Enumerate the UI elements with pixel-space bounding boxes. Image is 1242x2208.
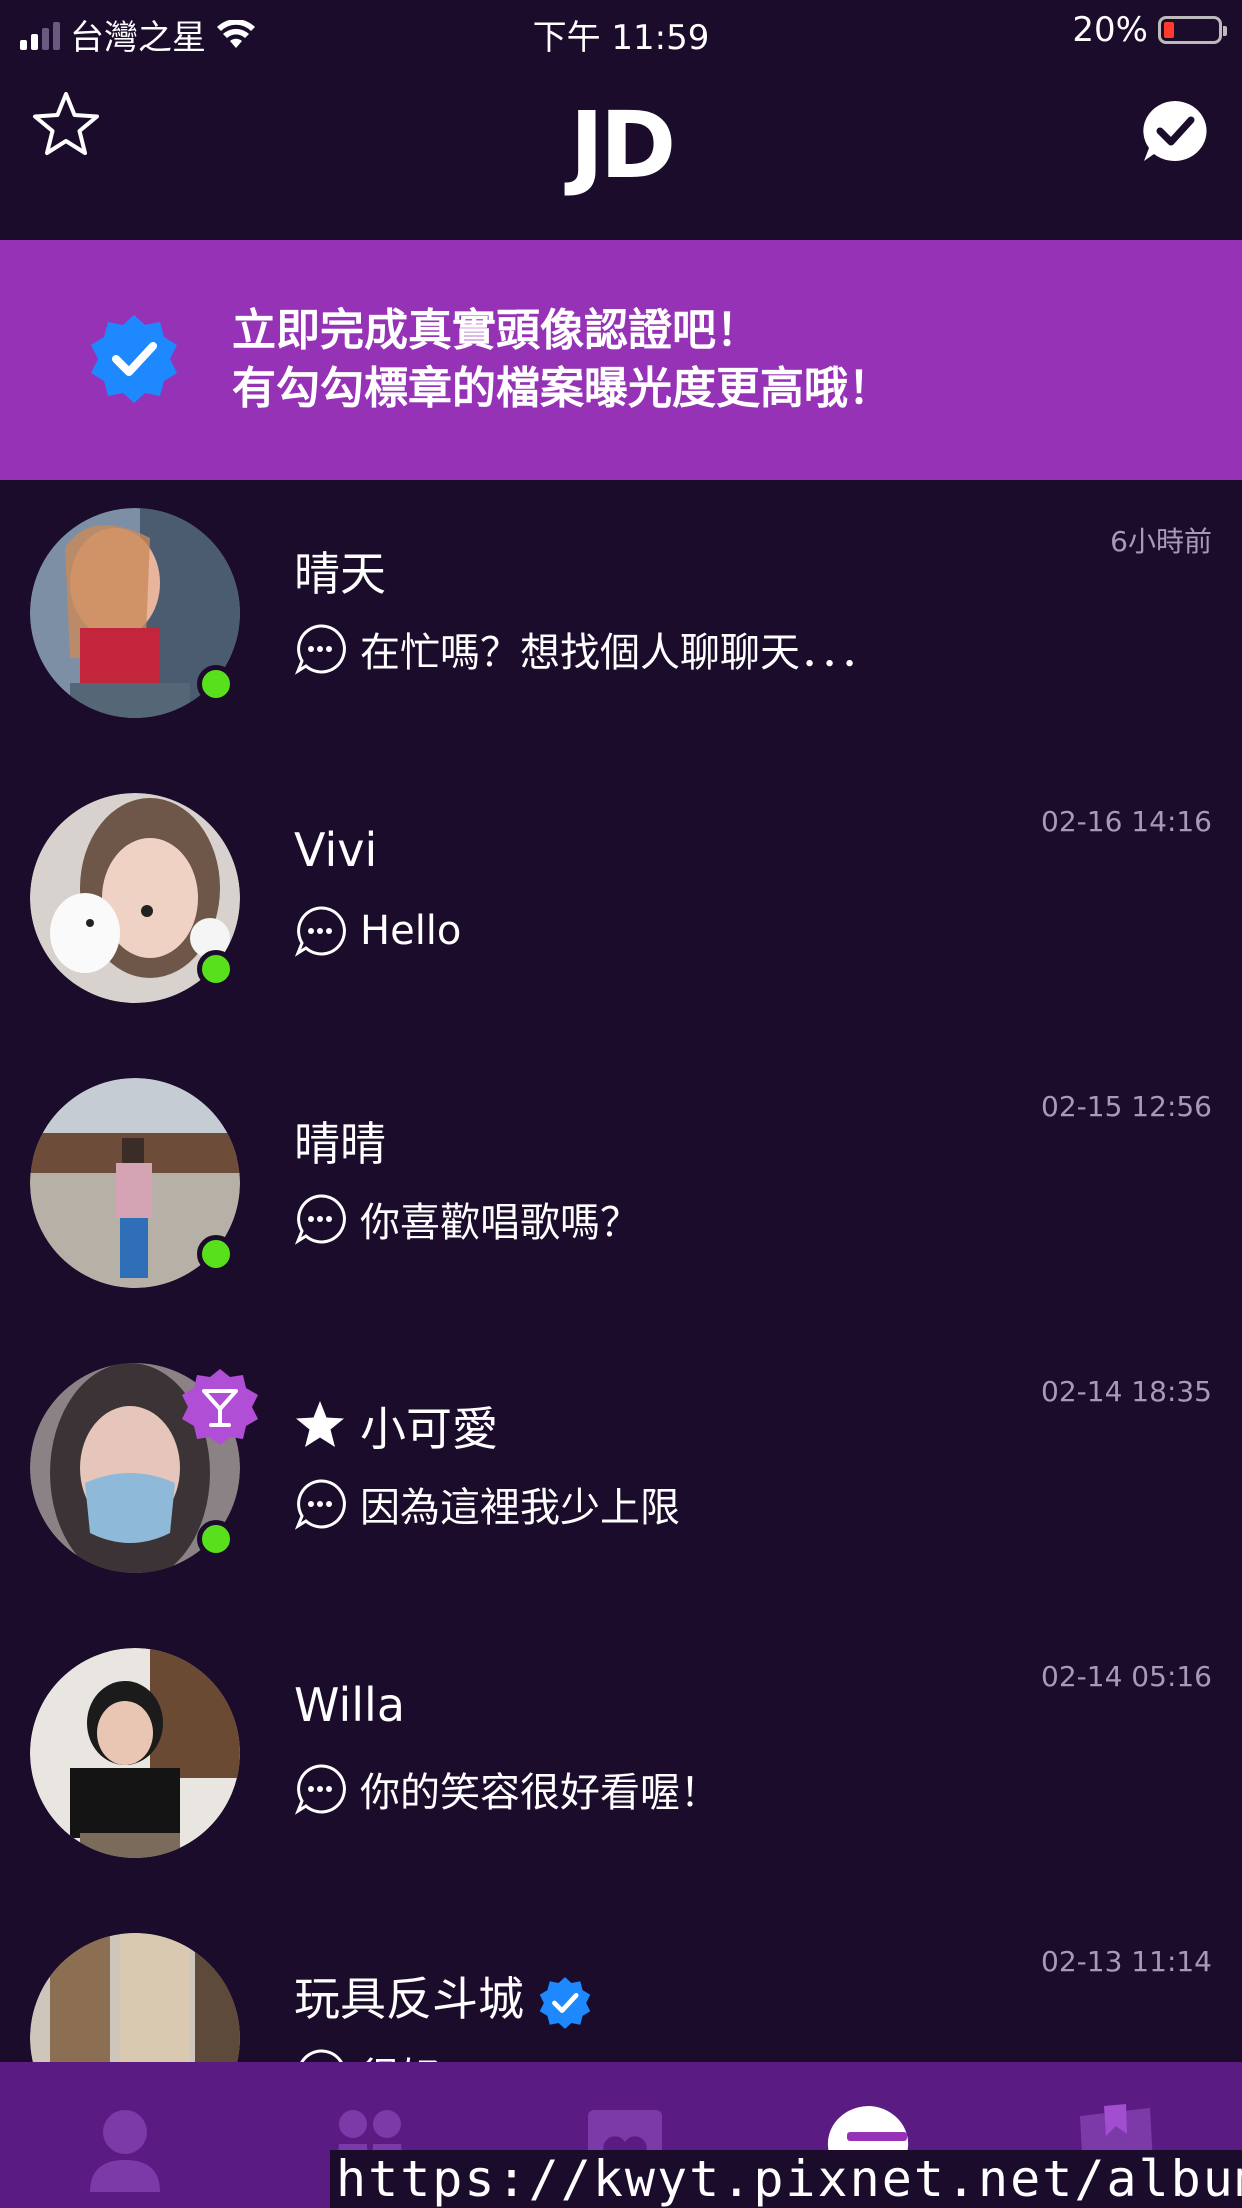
contact-name: Vivi	[294, 823, 378, 877]
chat-bubble-icon	[294, 906, 346, 957]
app-logo: JD	[569, 92, 677, 199]
message-time: 02-15 12:56	[1041, 1090, 1212, 1123]
watermark-url: https://kwyt.pixnet.net/album	[330, 2150, 1242, 2208]
conversation-row[interactable]: 晴晴 02-15 12:56 你喜歡唱歌嗎？	[0, 1050, 1242, 1335]
message-text: 因為這裡我少上限	[360, 1485, 680, 1531]
message-text: 在忙嗎？想找個人聊聊天．．．	[360, 630, 880, 676]
message-text: 你喜歡唱歌嗎？	[360, 1200, 640, 1246]
contact-name-group: 玩具反斗城	[294, 1963, 592, 2030]
cocktail-badge-icon	[182, 1369, 258, 1445]
message-time: 02-16 14:16	[1041, 805, 1212, 838]
conversation-row[interactable]: Willa 02-14 05:16 你的笑容很好看喔！	[0, 1620, 1242, 1905]
message-text: Hello	[360, 908, 462, 954]
chat-bubble-icon	[294, 1479, 346, 1530]
message-time: 02-14 18:35	[1041, 1375, 1212, 1408]
banner-line2: 有勾勾標章的檔案曝光度更高哦！	[232, 363, 892, 414]
conversation-row[interactable]: 玩具反斗城 02-13 11:14 很好	[0, 1905, 1242, 2062]
online-indicator	[197, 1520, 235, 1558]
message-time: 02-14 05:16	[1041, 1660, 1212, 1693]
contact-name: Willa	[294, 1678, 406, 1732]
message-time: 6小時前	[1110, 525, 1212, 558]
banner-text: 立即完成真實頭像認證吧！ 有勾勾標章的檔案曝光度更高哦！	[232, 302, 892, 418]
message-text: 很好	[360, 2045, 440, 2062]
message-preview: 你喜歡唱歌嗎？	[294, 1190, 640, 1248]
top-nav-bar: JD	[0, 62, 1242, 240]
online-indicator	[197, 665, 235, 703]
star-filled-icon	[296, 1401, 344, 1447]
verify-banner[interactable]: 立即完成真實頭像認證吧！ 有勾勾標章的檔案曝光度更高哦！	[0, 240, 1242, 480]
status-bar: 台灣之星 下午 11:59 20%	[0, 0, 1242, 62]
message-time: 02-13 11:14	[1041, 1945, 1212, 1978]
message-preview: Hello	[294, 905, 461, 957]
status-right: 20%	[1072, 10, 1227, 50]
verified-badge-icon	[91, 315, 177, 403]
message-preview: 很好	[294, 2045, 440, 2062]
message-text: 你的笑容很好看喔！	[360, 1770, 720, 1816]
chat-bubble-icon	[294, 1764, 346, 1815]
conversation-list[interactable]: 晴天 6小時前 在忙嗎？想找個人聊聊天．．． Vivi 02-16 14:16 …	[0, 480, 1242, 2062]
contact-name: 玩具反斗城	[294, 1972, 524, 2026]
chat-bubble-icon	[300, 2049, 343, 2062]
conversation-row[interactable]: 小可愛 02-14 18:35 因為這裡我少上限	[0, 1335, 1242, 1620]
message-preview: 你的笑容很好看喔！	[294, 1760, 720, 1818]
contact-name: 晴天	[294, 547, 386, 601]
contact-name: 晴晴	[294, 1117, 386, 1171]
online-indicator	[197, 950, 235, 988]
online-indicator	[197, 1235, 235, 1273]
chat-bubble-icon	[294, 624, 346, 675]
banner-line1: 立即完成真實頭像認證吧！	[232, 305, 760, 356]
avatar[interactable]	[30, 1648, 240, 1858]
chat-bubble-icon	[294, 1194, 346, 1245]
verified-badge-icon	[539, 1976, 591, 2029]
avatar[interactable]	[30, 1933, 240, 2062]
message-preview: 因為這裡我少上限	[294, 1475, 680, 1533]
conversation-row[interactable]: Vivi 02-16 14:16 Hello	[0, 765, 1242, 1050]
profile-tab-icon[interactable]	[80, 2102, 170, 2192]
chat-check-icon[interactable]	[1140, 98, 1210, 164]
contact-name: 小可愛	[360, 1402, 498, 1456]
conversation-row[interactable]: 晴天 6小時前 在忙嗎？想找個人聊聊天．．．	[0, 480, 1242, 765]
message-preview: 在忙嗎？想找個人聊聊天．．．	[294, 620, 880, 678]
contact-name-group: 小可愛	[294, 1393, 498, 1459]
battery-percent: 20%	[1072, 10, 1148, 50]
status-time: 下午 11:59	[532, 18, 710, 58]
battery-icon	[1158, 16, 1227, 44]
